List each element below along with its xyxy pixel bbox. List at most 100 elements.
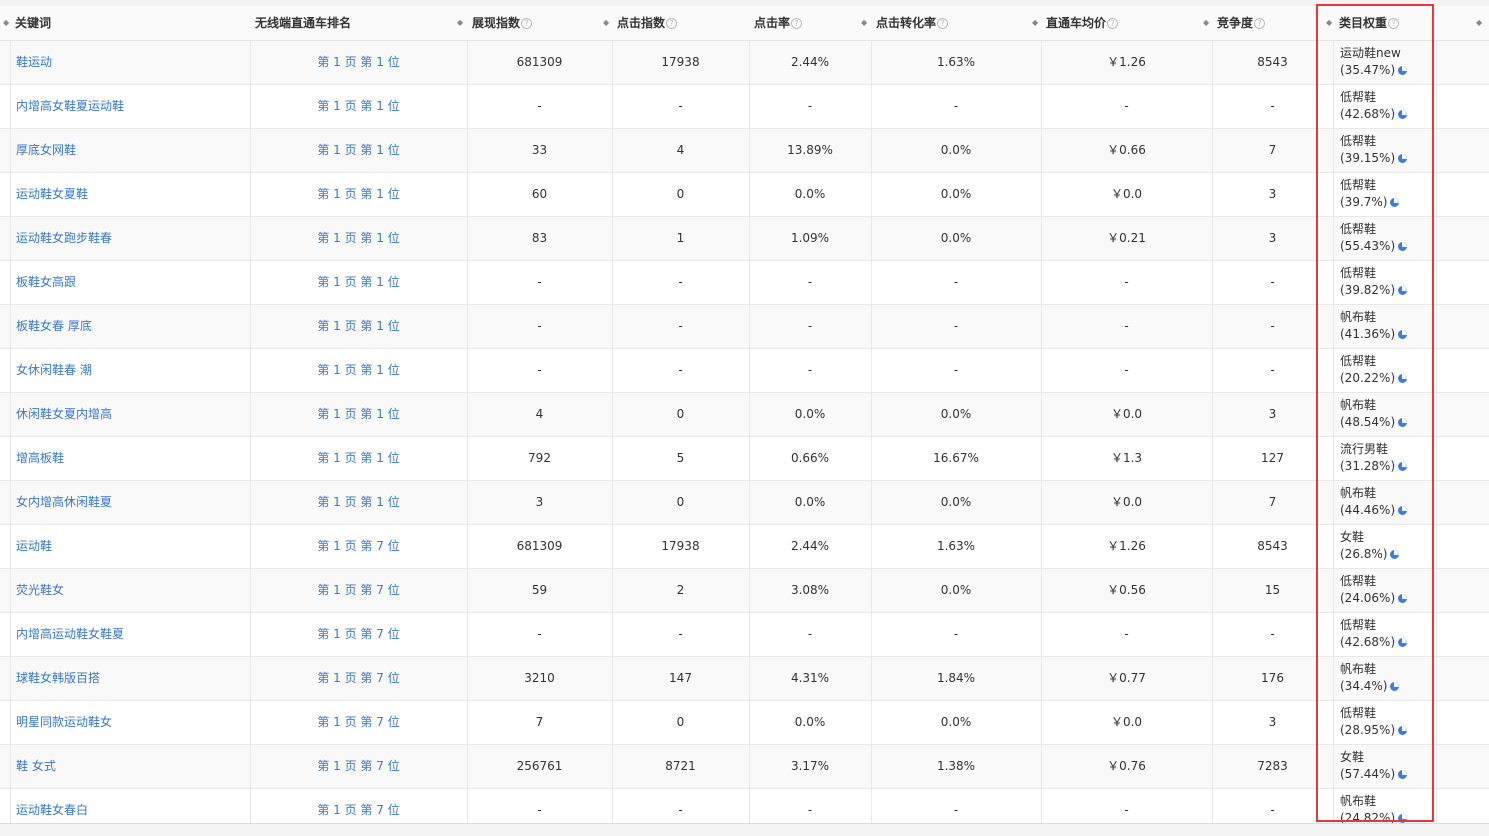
table-row: 荧光鞋女 第 1 页 第 7 位 59 2 3.08% 0.0% ￥0.56 15 低帮鞋 (24… — [0, 569, 1489, 613]
bottom-scrollbar[interactable] — [0, 823, 1489, 836]
col-keyword[interactable]: 关键词 — [15, 6, 51, 40]
keyword-link[interactable]: 板鞋女春 厚底 — [16, 305, 92, 348]
competition-value: 3 — [1268, 407, 1277, 421]
column-divider — [1333, 40, 1334, 835]
help-icon[interactable]: ? — [1107, 18, 1119, 29]
pie-chart-icon[interactable] — [1398, 814, 1408, 823]
keyword-link[interactable]: 鞋运动 — [16, 41, 52, 84]
pie-chart-icon[interactable] — [1398, 66, 1408, 75]
keyword-link[interactable]: 女内增高休闲鞋夏 — [16, 481, 112, 524]
rank-link[interactable]: 第 1 页 第 1 位 — [250, 173, 467, 216]
ctr-value: - — [807, 99, 813, 113]
col-cvr[interactable]: 点击转化率? — [876, 6, 949, 40]
col-impressions[interactable]: 展现指数? — [472, 6, 533, 40]
rank-link[interactable]: 第 1 页 第 1 位 — [250, 217, 467, 260]
keyword-link[interactable]: 球鞋女韩版百搭 — [16, 657, 100, 700]
pie-chart-icon[interactable] — [1398, 506, 1408, 515]
category-name: 低帮鞋 — [1340, 354, 1377, 368]
help-icon[interactable]: ? — [791, 18, 803, 29]
rank-link[interactable]: 第 1 页 第 1 位 — [250, 481, 467, 524]
category-weight-cell: 帆布鞋 (34.4%) — [1340, 661, 1400, 697]
pie-chart-icon[interactable] — [1398, 594, 1408, 603]
keyword-link[interactable]: 荧光鞋女 — [16, 569, 64, 612]
rank-link[interactable]: 第 1 页 第 7 位 — [250, 569, 467, 612]
price-value: ￥0.0 — [1110, 407, 1143, 421]
price-value: ￥0.77 — [1107, 671, 1146, 685]
competition-value: 7283 — [1257, 759, 1288, 773]
col-ctr[interactable]: 点击率? — [754, 6, 803, 40]
col-competition[interactable]: 竞争度? — [1217, 6, 1266, 40]
keyword-link[interactable]: 内增高女鞋夏运动鞋 — [16, 85, 124, 128]
rank-link[interactable]: 第 1 页 第 1 位 — [250, 349, 467, 392]
help-icon[interactable]: ? — [521, 18, 533, 29]
keyword-link[interactable]: 运动鞋女跑步鞋春 — [16, 217, 112, 260]
clicks-value: - — [678, 627, 683, 641]
cvr-value: 0.0% — [940, 495, 972, 509]
category-weight-cell: 运动鞋new (35.47%) — [1340, 45, 1408, 81]
rank-link[interactable]: 第 1 页 第 1 位 — [250, 393, 467, 436]
col-category-weight[interactable]: 类目权重? — [1339, 6, 1400, 40]
help-icon[interactable]: ? — [937, 18, 949, 29]
price-value: - — [1124, 275, 1129, 289]
rank-link[interactable]: 第 1 页 第 7 位 — [250, 701, 467, 744]
ctr-value: 3.17% — [790, 759, 830, 773]
sort-arrow-icon[interactable]: ◆ — [3, 6, 9, 40]
pie-chart-icon[interactable] — [1398, 462, 1408, 471]
pie-chart-icon[interactable] — [1390, 550, 1400, 559]
category-weight-value: (34.4%) — [1340, 679, 1388, 693]
rank-link[interactable]: 第 1 页 第 1 位 — [250, 305, 467, 348]
pie-chart-icon[interactable] — [1398, 726, 1408, 735]
help-icon[interactable]: ? — [1388, 18, 1400, 29]
help-icon[interactable]: ? — [1254, 18, 1266, 29]
pie-chart-icon[interactable] — [1398, 770, 1408, 779]
cvr-value: 1.63% — [936, 55, 976, 69]
keyword-link[interactable]: 鞋 女式 — [16, 745, 56, 788]
pie-chart-icon[interactable] — [1398, 286, 1408, 295]
keyword-link[interactable]: 运动鞋 — [16, 525, 52, 568]
col-rank[interactable]: 无线端直通车排名 — [255, 6, 351, 40]
sort-arrow-icon[interactable]: ◆ — [1203, 6, 1209, 40]
clicks-value: 17938 — [661, 539, 700, 553]
competition-value: 7 — [1268, 495, 1277, 509]
keyword-link[interactable]: 休闲鞋女夏内增高 — [16, 393, 112, 436]
rank-link[interactable]: 第 1 页 第 1 位 — [250, 261, 467, 304]
sort-arrow-icon[interactable]: ◆ — [603, 6, 609, 40]
keyword-link[interactable]: 内增高运动鞋女鞋夏 — [16, 613, 124, 656]
category-weight-value: (39.7%) — [1340, 195, 1388, 209]
pie-chart-icon[interactable] — [1390, 682, 1400, 691]
competition-value: 3 — [1268, 715, 1277, 729]
pie-chart-icon[interactable] — [1398, 418, 1408, 427]
keyword-link[interactable]: 厚底女网鞋 — [16, 129, 76, 172]
pie-chart-icon[interactable] — [1398, 154, 1408, 163]
rank-link[interactable]: 第 1 页 第 7 位 — [250, 525, 467, 568]
keyword-link[interactable]: 明星同款运动鞋女 — [16, 701, 112, 744]
rank-link[interactable]: 第 1 页 第 7 位 — [250, 657, 467, 700]
rank-link[interactable]: 第 1 页 第 1 位 — [250, 437, 467, 480]
cvr-value: 0.0% — [940, 407, 972, 421]
keyword-link[interactable]: 增高板鞋 — [16, 437, 64, 480]
rank-link[interactable]: 第 1 页 第 7 位 — [250, 613, 467, 656]
pie-chart-icon[interactable] — [1398, 110, 1408, 119]
pie-chart-icon[interactable] — [1398, 242, 1408, 251]
sort-arrow-icon[interactable]: ◆ — [1326, 6, 1332, 40]
sort-arrow-icon[interactable]: ◆ — [1476, 6, 1482, 40]
rank-link[interactable]: 第 1 页 第 1 位 — [250, 41, 467, 84]
help-icon[interactable]: ? — [666, 18, 678, 29]
col-clicks[interactable]: 点击指数? — [617, 6, 678, 40]
category-name: 帆布鞋 — [1340, 794, 1377, 808]
sort-arrow-icon[interactable]: ◆ — [457, 6, 463, 40]
pie-chart-icon[interactable] — [1398, 638, 1408, 647]
rank-link[interactable]: 第 1 页 第 1 位 — [250, 129, 467, 172]
keyword-link[interactable]: 女休闲鞋春 潮 — [16, 349, 92, 392]
pie-chart-icon[interactable] — [1398, 374, 1408, 383]
sort-arrow-icon[interactable]: ◆ — [861, 6, 867, 40]
sort-arrow-icon[interactable]: ◆ — [1032, 6, 1038, 40]
keyword-link[interactable]: 板鞋女高跟 — [16, 261, 76, 304]
rank-link[interactable]: 第 1 页 第 1 位 — [250, 85, 467, 128]
pie-chart-icon[interactable] — [1398, 330, 1408, 339]
price-value: ￥0.0 — [1110, 715, 1143, 729]
rank-link[interactable]: 第 1 页 第 7 位 — [250, 745, 467, 788]
col-avg-price[interactable]: 直通车均价? — [1046, 6, 1119, 40]
keyword-link[interactable]: 运动鞋女夏鞋 — [16, 173, 88, 216]
pie-chart-icon[interactable] — [1390, 198, 1400, 207]
